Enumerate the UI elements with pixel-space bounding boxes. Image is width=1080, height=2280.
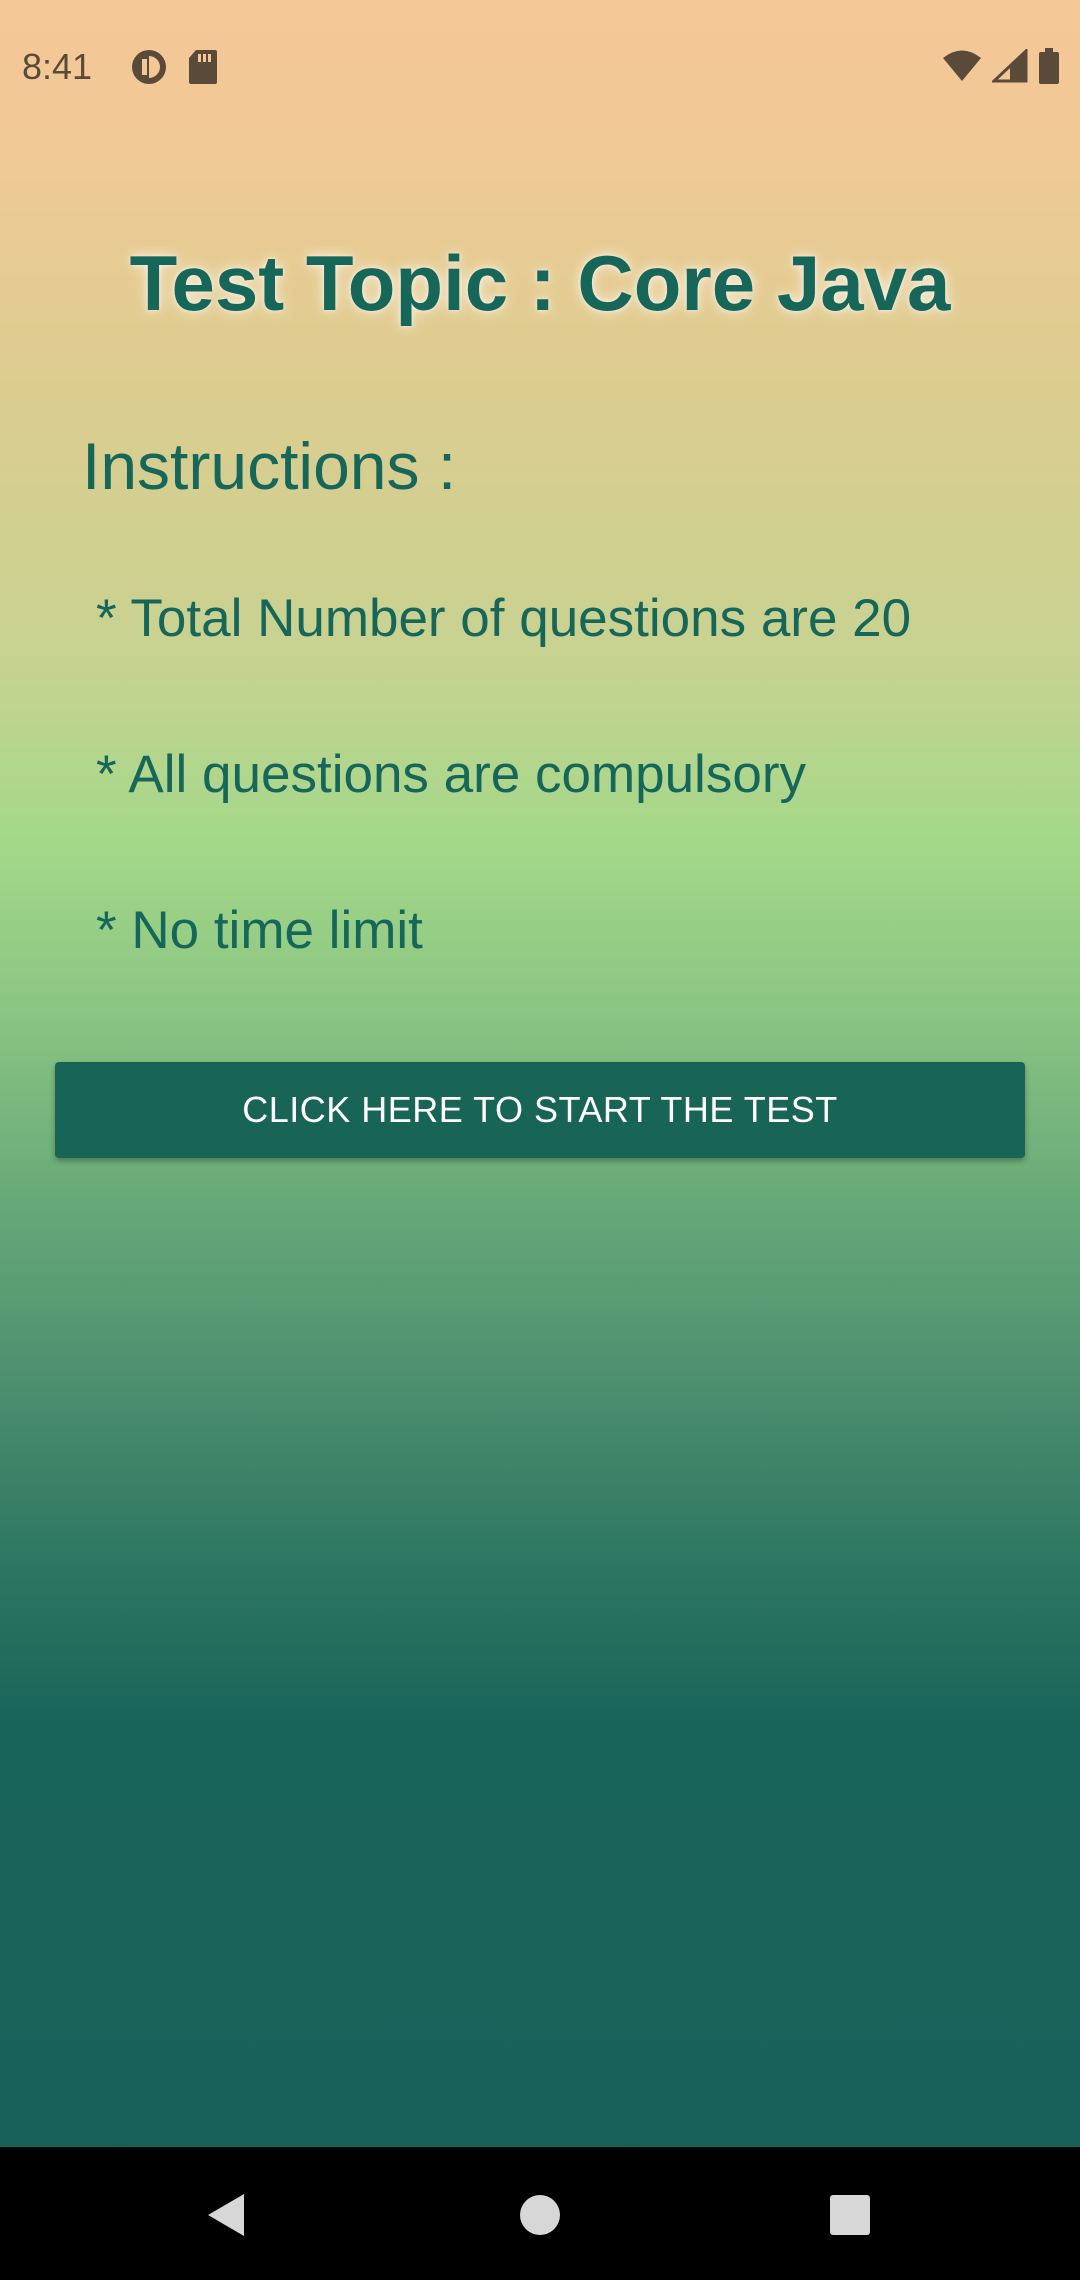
page-title: Test Topic : Core Java	[129, 239, 951, 327]
battery-icon	[1038, 48, 1060, 84]
back-icon	[204, 2191, 248, 2239]
instruction-time-limit: * No time limit	[96, 901, 423, 960]
status-time: 8:41	[22, 46, 93, 87]
recents-icon	[828, 2193, 872, 2237]
recents-button[interactable]	[820, 2185, 880, 2245]
start-test-button[interactable]: CLICK HERE TO START THE TEST	[55, 1062, 1025, 1158]
status-left-icons	[130, 48, 218, 86]
home-icon	[518, 2193, 562, 2237]
data-saver-icon	[130, 48, 168, 86]
status-right-icons	[942, 48, 1060, 84]
instruction-question-count: * Total Number of questions are 20	[96, 589, 912, 648]
status-bar: 8:41	[0, 0, 1080, 130]
home-button[interactable]	[510, 2185, 570, 2245]
back-button[interactable]	[196, 2185, 256, 2245]
navigation-bar	[0, 2147, 1080, 2280]
instructions-heading: Instructions :	[82, 429, 457, 503]
instruction-compulsory: * All questions are compulsory	[96, 745, 806, 804]
wifi-icon	[942, 49, 982, 83]
signal-icon	[992, 49, 1028, 83]
sd-card-icon	[188, 49, 218, 85]
